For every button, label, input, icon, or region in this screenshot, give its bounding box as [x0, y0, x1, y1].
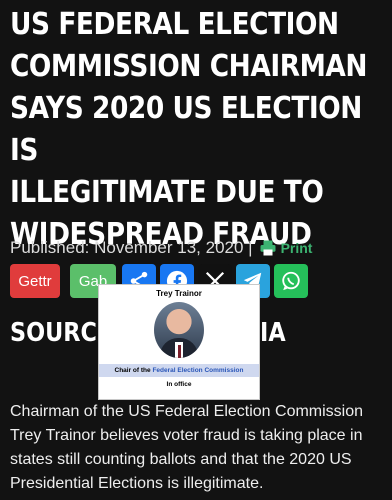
- article-meta: Published: November 13, 2020 | Print: [10, 238, 312, 258]
- infobox-name: Trey Trainor: [156, 289, 202, 298]
- source-label-tail: IA: [260, 318, 286, 348]
- printer-icon: [260, 240, 276, 256]
- gettr-share-button[interactable]: Gettr: [10, 264, 60, 298]
- portrait-photo: [154, 302, 204, 358]
- infobox-role: Chair of the Federal Election Commission: [99, 364, 259, 377]
- published-date: Published: November 13, 2020 |: [10, 238, 253, 257]
- print-label: Print: [280, 240, 313, 256]
- whatsapp-share-button[interactable]: [274, 264, 308, 298]
- print-button[interactable]: Print: [259, 239, 313, 257]
- role-prefix: Chair of the: [114, 367, 153, 374]
- fec-link[interactable]: Federal Election Commission: [152, 367, 243, 374]
- whatsapp-icon: [282, 271, 300, 291]
- article-headline: US FEDERAL ELECTION COMMISSION CHAIRMAN …: [10, 7, 368, 252]
- article-body: Chairman of the US Federal Election Comm…: [10, 403, 364, 492]
- infobox-card: Trey Trainor Chair of the Federal Electi…: [98, 284, 260, 400]
- office-status: In office: [166, 381, 192, 388]
